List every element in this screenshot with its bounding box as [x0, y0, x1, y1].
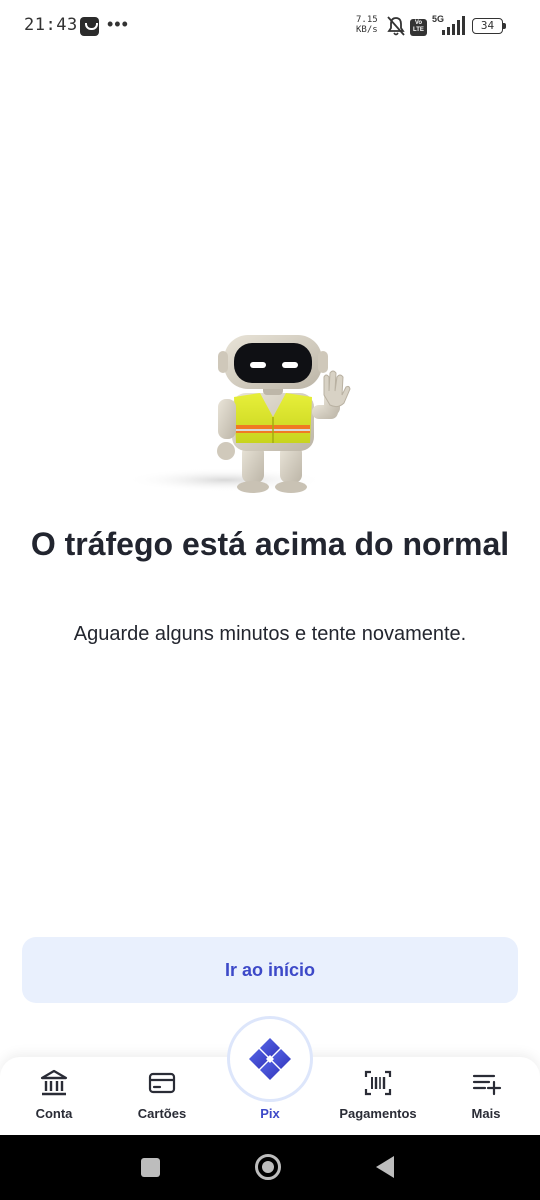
back-triangle-icon[interactable]	[376, 1156, 394, 1178]
nav-item-mais[interactable]: Mais	[436, 1067, 536, 1131]
app-notification-icon	[80, 17, 99, 36]
card-icon	[148, 1072, 176, 1094]
error-subtitle: Aguarde alguns minutos e tente novamente…	[73, 623, 467, 645]
nav-item-conta[interactable]: Conta	[4, 1067, 104, 1131]
system-nav-bar	[0, 1135, 540, 1200]
pix-icon	[249, 1038, 291, 1080]
go-home-button[interactable]: Ir ao início	[22, 937, 518, 1003]
battery-icon: 34	[472, 18, 506, 34]
nav-label-cartoes: Cartões	[137, 1106, 187, 1121]
nav-item-cartoes[interactable]: Cartões	[112, 1067, 212, 1131]
nav-label-pix: Pix	[260, 1106, 280, 1121]
nav-item-pagamentos[interactable]: Pagamentos	[328, 1067, 428, 1131]
status-time: 21:43	[24, 15, 78, 35]
nav-label-conta: Conta	[35, 1106, 73, 1121]
nav-label-mais: Mais	[471, 1106, 501, 1121]
battery-level: 34	[472, 18, 503, 34]
nav-item-pix[interactable]	[227, 1016, 313, 1102]
home-circle-icon[interactable]	[255, 1154, 281, 1180]
signal-icon	[442, 16, 465, 35]
network-speed-unit: KB/s	[356, 25, 378, 35]
status-bar: 21:43 ••• 7.15 KB/s Vo LTE 5G 34	[0, 0, 540, 52]
network-speed-value: 7.15	[356, 15, 378, 25]
barcode-scan-icon	[364, 1070, 392, 1096]
error-title: O tráfego está acima do normal	[30, 526, 510, 562]
bank-icon	[40, 1069, 68, 1096]
robot-illustration	[125, 335, 351, 493]
volte-icon: Vo LTE	[410, 19, 427, 36]
network-speed: 7.15 KB/s	[356, 15, 378, 35]
menu-plus-icon	[472, 1074, 502, 1096]
recents-icon[interactable]	[141, 1158, 160, 1177]
mute-bell-icon	[387, 16, 405, 36]
nav-label-pagamentos: Pagamentos	[339, 1106, 417, 1121]
more-dots-icon: •••	[107, 14, 129, 34]
